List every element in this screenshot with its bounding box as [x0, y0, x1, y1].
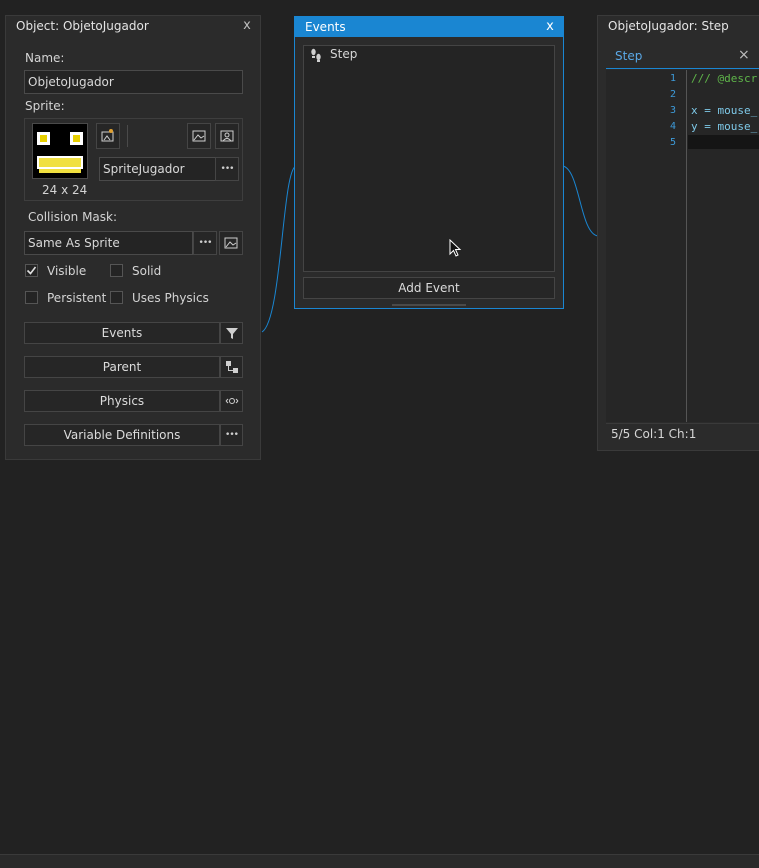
event-item-step[interactable]: Step [304, 46, 554, 64]
line-number: 4 [670, 121, 677, 132]
physics-icon-button[interactable] [220, 390, 243, 412]
current-line-highlight [688, 135, 759, 149]
resize-handle[interactable] [392, 304, 466, 306]
code-panel-title: ObjetoJugador: Step [608, 19, 729, 33]
close-icon[interactable]: x [240, 16, 254, 36]
solid-checkbox[interactable] [110, 264, 123, 277]
event-label: Step [330, 47, 358, 61]
physics-button[interactable]: Physics [24, 390, 220, 412]
mouse-cursor-icon [449, 239, 462, 257]
collision-mask-menu-button[interactable]: ••• [193, 231, 217, 255]
toolbar-divider [127, 125, 128, 147]
code-tab-bar: Step × [606, 46, 759, 69]
uses-physics-checkbox[interactable] [110, 291, 123, 304]
close-icon[interactable]: x [543, 17, 557, 37]
collision-mask-select[interactable]: Same As Sprite [24, 231, 193, 255]
sprite-size: 24 x 24 [42, 183, 88, 197]
visible-label: Visible [47, 264, 87, 278]
code-line: x = mouse_ [691, 104, 758, 117]
line-number: 5 [670, 137, 677, 148]
ellipsis-icon: ••• [220, 164, 235, 174]
solid-label: Solid [132, 264, 162, 278]
bottom-status-bar [0, 854, 759, 868]
code-line: y = mouse_ [691, 120, 758, 133]
sprite-preview[interactable] [32, 123, 88, 179]
close-tab-icon[interactable]: × [738, 47, 750, 63]
uses-physics-label: Uses Physics [132, 291, 209, 305]
variable-definitions-menu-button[interactable]: ••• [220, 424, 243, 446]
checkmark-icon [26, 266, 37, 275]
object-panel: Object: ObjetoJugador x Name: ObjetoJuga… [5, 15, 261, 460]
filter-icon [225, 328, 238, 339]
object-panel-title: Object: ObjetoJugador [16, 19, 149, 33]
sprite-box: SpriteJugador ••• 24 x 24 [24, 118, 243, 201]
tab-step[interactable]: Step [615, 49, 642, 63]
image-person-icon [220, 130, 234, 142]
edit-image-button[interactable] [215, 123, 239, 149]
physics-icon [225, 398, 238, 404]
code-editor[interactable]: 1 2 3 4 5 /// @descr x = mouse_ y = mous… [606, 70, 759, 422]
line-number: 1 [670, 73, 677, 84]
edit-sprite-button[interactable] [187, 123, 211, 149]
ellipsis-icon: ••• [225, 430, 239, 440]
events-panel-title: Events [295, 17, 563, 37]
name-label: Name: [25, 51, 65, 65]
footsteps-icon [311, 48, 321, 62]
variable-definitions-button[interactable]: Variable Definitions [24, 424, 220, 446]
hierarchy-icon [225, 361, 238, 373]
persistent-label: Persistent [47, 291, 107, 305]
sprite-name-field[interactable]: SpriteJugador [99, 157, 216, 181]
collision-mask-label: Collision Mask: [28, 210, 118, 224]
collision-mask-image-button[interactable] [219, 231, 243, 255]
events-button[interactable]: Events [24, 322, 220, 344]
ellipsis-icon: ••• [198, 238, 213, 248]
new-image-icon [101, 129, 114, 142]
image-icon [224, 237, 238, 249]
sprite-label: Sprite: [25, 99, 65, 113]
add-event-button[interactable]: Add Event [303, 277, 555, 299]
code-panel: ObjetoJugador: Step Step × 1 2 3 4 5 ///… [597, 15, 759, 451]
code-status-bar: 5/5 Col:1 Ch:1 [606, 423, 759, 444]
visible-checkbox[interactable] [25, 264, 38, 277]
line-number: 2 [670, 89, 677, 100]
events-filter-button[interactable] [220, 322, 243, 344]
name-input[interactable]: ObjetoJugador [24, 70, 243, 94]
cursor-position: 5/5 Col:1 Ch:1 [611, 427, 697, 441]
persistent-checkbox[interactable] [25, 291, 38, 304]
new-sprite-button[interactable] [96, 123, 120, 149]
image-icon [192, 130, 206, 142]
parent-icon-button[interactable] [220, 356, 243, 378]
smiley-sprite-icon [37, 132, 83, 173]
events-list: Step [303, 45, 555, 272]
parent-button[interactable]: Parent [24, 356, 220, 378]
line-number: 3 [670, 105, 677, 116]
sprite-menu-button[interactable]: ••• [215, 157, 239, 181]
events-panel: Events x Step Add Event [294, 16, 564, 309]
code-line: /// @descr [691, 72, 758, 85]
